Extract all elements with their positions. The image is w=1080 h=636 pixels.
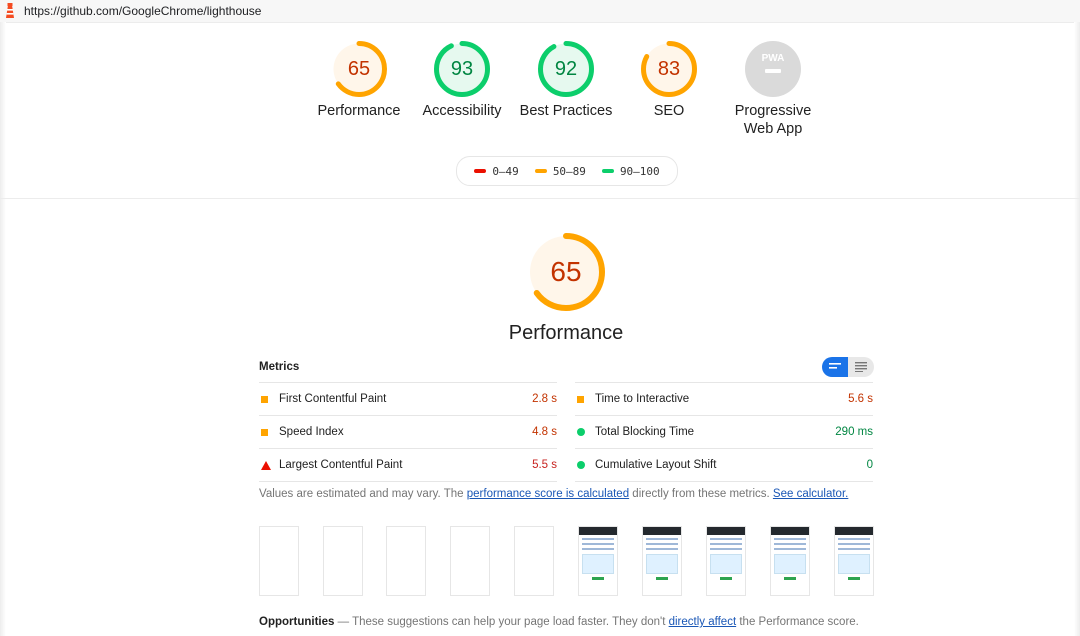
metric-row: Speed Index 4.8 s xyxy=(259,415,557,448)
filmstrip-frame xyxy=(834,526,874,596)
section-divider xyxy=(0,198,1080,199)
metric-value: 4.8 s xyxy=(532,426,557,438)
metric-label: Speed Index xyxy=(279,426,344,438)
performance-score: 65 xyxy=(550,256,582,287)
opportunities-dash: — xyxy=(334,616,353,628)
lighthouse-icon xyxy=(6,3,14,18)
gauge-ring: 65 xyxy=(330,40,388,98)
gauge-seo[interactable]: 83 SEO xyxy=(609,40,729,120)
gauge-ring: 83 xyxy=(640,40,698,98)
pass-circle-icon xyxy=(577,428,585,436)
average-square-icon xyxy=(261,395,268,403)
metric-label: Total Blocking Time xyxy=(595,426,695,438)
legend-label: 50–89 xyxy=(552,164,586,178)
gauge-label: Progressive Web App xyxy=(734,103,812,137)
note-text: directly from these metrics. xyxy=(629,488,773,500)
filmstrip-frame xyxy=(578,526,618,596)
performance-gauge: 65 xyxy=(526,232,606,312)
gauge-score: 83 xyxy=(657,58,681,80)
metric-indicator xyxy=(259,395,279,403)
score-calculated-link[interactable]: performance score is calculated xyxy=(467,488,629,500)
gauge-performance[interactable]: 65 Performance xyxy=(299,40,419,120)
short-lines-icon xyxy=(829,363,841,369)
legend-swatch xyxy=(601,169,614,173)
filmstrip-frame xyxy=(642,526,682,596)
category-gauges: 65 Performance 93 Accessibility 92 Best … xyxy=(0,40,1080,150)
gauge-pwa[interactable]: PWA Progressive Web App xyxy=(713,40,833,138)
filmstrip-frame-blank xyxy=(386,526,426,596)
pass-circle-icon xyxy=(577,461,585,469)
gauge-best-practices[interactable]: 92 Best Practices xyxy=(506,40,626,120)
address-bar[interactable]: https://github.com/GoogleChrome/lighthou… xyxy=(0,0,1080,23)
opportunities-title: Opportunities xyxy=(259,616,335,628)
metric-value: 290 ms xyxy=(835,426,873,438)
metric-value: 5.5 s xyxy=(532,459,557,471)
metric-indicator xyxy=(259,460,279,470)
note-text: Values are estimated and may vary. The xyxy=(259,488,467,500)
expanded-view-button[interactable] xyxy=(848,357,874,377)
filmstrip-frame xyxy=(706,526,746,596)
metrics-view-toggle[interactable] xyxy=(822,357,874,377)
metric-indicator xyxy=(259,428,279,436)
metric-indicator xyxy=(575,461,595,469)
legend-average: 50–89 xyxy=(534,164,586,178)
filmstrip-frame xyxy=(770,526,810,596)
gauge-label: Best Practices xyxy=(519,103,613,119)
collapsed-view-button[interactable] xyxy=(822,357,848,377)
filmstrip xyxy=(259,526,874,596)
metric-indicator xyxy=(575,428,595,436)
metric-row: Cumulative Layout Shift 0 xyxy=(575,448,873,482)
gauge-score: 65 xyxy=(347,58,371,80)
metric-label: Time to Interactive xyxy=(595,393,690,405)
opportunities-text: These suggestions can help your page loa… xyxy=(352,616,669,628)
gauge-ring: 92 xyxy=(537,40,595,98)
metric-row: Largest Contentful Paint 5.5 s xyxy=(259,448,557,482)
opportunities-after: the Performance score. xyxy=(736,616,859,628)
metrics-heading: Metrics xyxy=(259,361,300,373)
gauge-label: Performance xyxy=(317,103,401,119)
metrics-column-left: First Contentful Paint 2.8 s Speed Index… xyxy=(259,382,557,482)
metrics-column-right: Time to Interactive 5.6 s Total Blocking… xyxy=(575,382,873,482)
gauge-score: 92 xyxy=(554,58,578,80)
pwa-badge-text: PWA xyxy=(762,53,785,64)
opportunities-header: Opportunities — These suggestions can he… xyxy=(259,616,859,628)
metric-value: 2.8 s xyxy=(532,393,557,405)
gauge-accessibility[interactable]: 93 Accessibility xyxy=(402,40,522,120)
metric-label: First Contentful Paint xyxy=(279,393,387,405)
metric-indicator xyxy=(575,395,595,403)
filmstrip-frame-blank xyxy=(450,526,490,596)
metric-value: 5.6 s xyxy=(848,393,873,405)
legend-label: 0–49 xyxy=(492,164,519,178)
gauge-label: SEO xyxy=(653,103,685,119)
score-legend: 0–49 50–89 90–100 xyxy=(456,156,678,186)
metric-row: Time to Interactive 5.6 s xyxy=(575,382,873,415)
metric-label: Cumulative Layout Shift xyxy=(595,459,717,471)
filmstrip-frame-blank xyxy=(514,526,554,596)
directly-affect-link[interactable]: directly affect xyxy=(669,616,737,628)
pwa-badge: PWA xyxy=(744,40,802,98)
performance-title: Performance xyxy=(508,322,624,344)
gauge-label: Accessibility xyxy=(422,103,502,119)
long-lines-icon xyxy=(855,362,867,372)
pwa-icon: PWA xyxy=(745,41,801,97)
metric-row: Total Blocking Time 290 ms xyxy=(575,415,873,448)
url-text: https://github.com/GoogleChrome/lighthou… xyxy=(24,4,262,18)
legend-swatch xyxy=(534,169,547,173)
see-calculator-link[interactable]: See calculator. xyxy=(773,488,848,500)
average-square-icon xyxy=(577,395,584,403)
gauge-score: 93 xyxy=(450,58,474,80)
fail-triangle-icon xyxy=(261,460,271,470)
metric-row: First Contentful Paint 2.8 s xyxy=(259,382,557,415)
gauge-ring: 93 xyxy=(433,40,491,98)
filmstrip-frame-blank xyxy=(259,526,299,596)
legend-fail: 0–49 xyxy=(474,165,519,178)
legend-swatch xyxy=(474,169,487,173)
legend-label: 90–100 xyxy=(619,164,660,178)
metric-label: Largest Contentful Paint xyxy=(279,459,403,471)
filmstrip-frame-blank xyxy=(323,526,363,596)
metric-value: 0 xyxy=(866,459,873,471)
average-square-icon xyxy=(261,428,268,436)
metrics-note: Values are estimated and may vary. The p… xyxy=(259,488,848,500)
legend-pass: 90–100 xyxy=(601,164,660,178)
